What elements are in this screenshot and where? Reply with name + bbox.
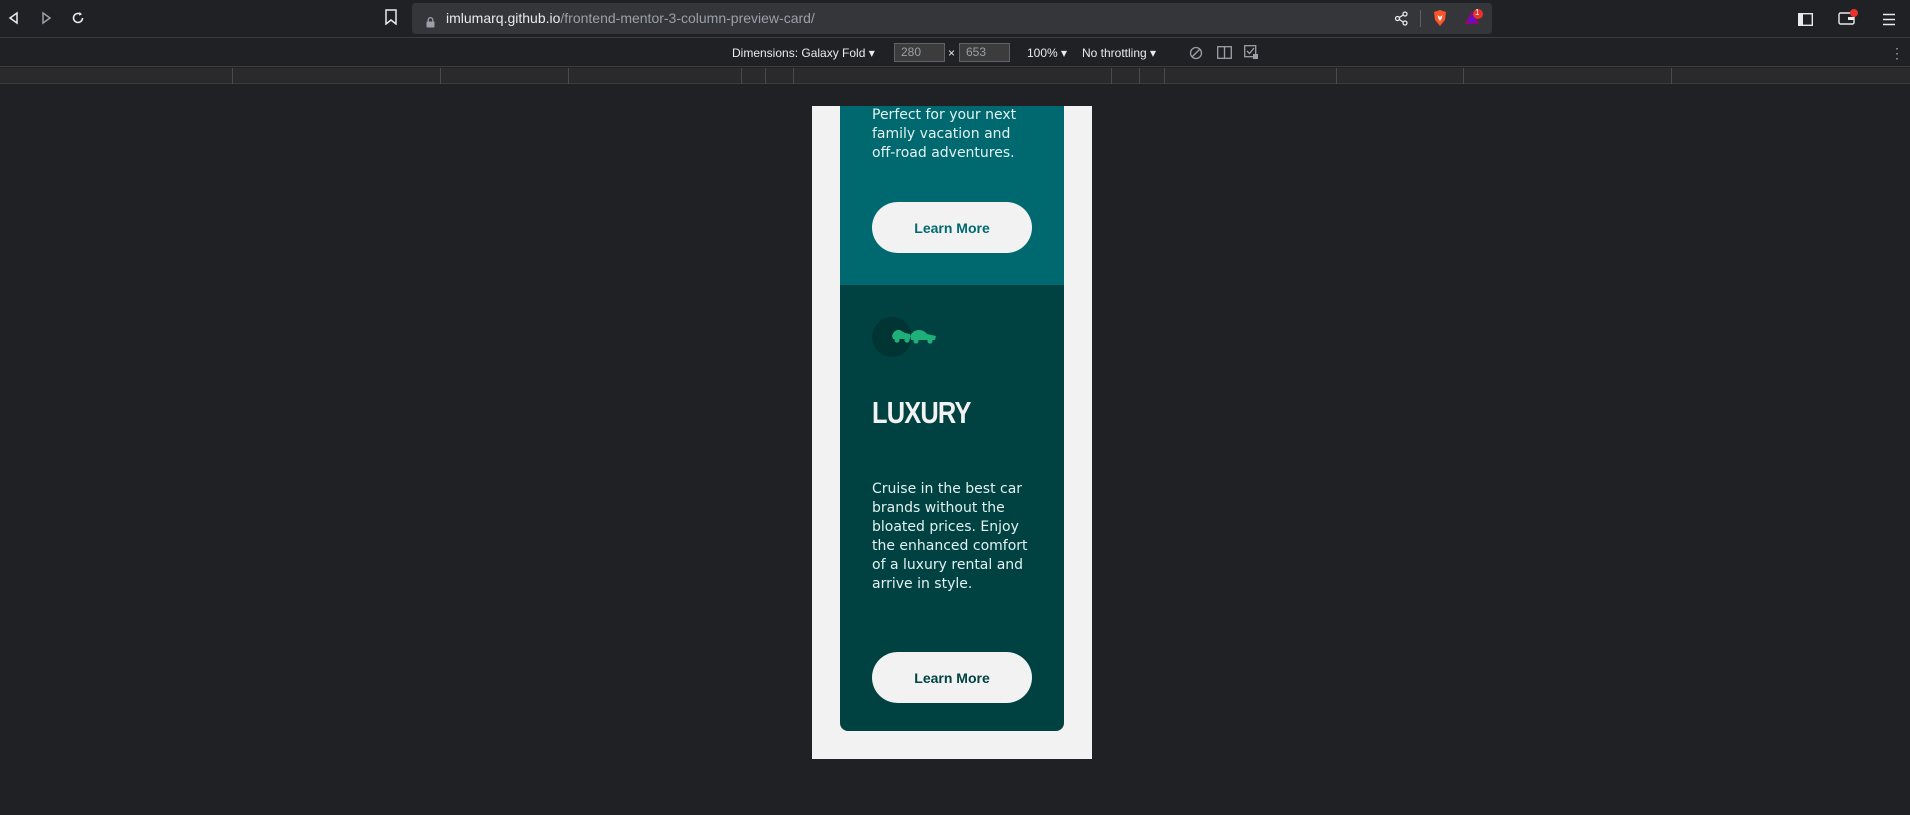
ruler-tick [232,68,233,84]
ruler-tick [1463,68,1464,84]
reload-icon[interactable] [68,8,88,28]
width-input[interactable]: 280 [894,43,945,62]
zoom-label: 100% [1027,46,1058,60]
luxury-card: LUXURY Cruise in the best car brands wit… [840,285,1064,731]
rotate-icon[interactable] [1189,46,1203,63]
chevron-down-icon: ▾ [868,46,875,60]
url-text: imlumarq.github.io/frontend-mentor-3-col… [446,10,815,26]
ruler-tick [741,68,742,84]
height-input[interactable]: 653 [959,43,1010,62]
device-toolbar: Dimensions: Galaxy Fold ▾ 280 × 653 100%… [0,37,1910,67]
address-bar[interactable]: imlumarq.github.io/frontend-mentor-3-col… [412,3,1492,34]
sidebar-icon[interactable] [1797,11,1814,30]
ruler-tick [1139,68,1140,84]
zoom-dropdown[interactable]: 100% ▾ [1027,46,1067,60]
ruler-tick [1336,68,1337,84]
throttling-dropdown[interactable]: No throttling ▾ [1082,46,1156,60]
dual-screen-icon[interactable] [1217,46,1232,62]
luxury-car-icon [872,317,936,361]
brave-rewards-icon[interactable]: 1 [1464,8,1484,31]
suv-card: Perfect for your next family vacation an… [840,106,1064,285]
chevron-down-icon: ▾ [1061,46,1068,60]
media-query-ruler [0,68,1910,84]
forward-icon[interactable] [36,8,56,28]
bookmark-icon[interactable] [384,9,398,26]
ruler-tick [1164,68,1165,84]
luxury-learn-more-button[interactable]: Learn More [872,652,1032,703]
url-host: imlumarq.github.io [446,10,561,26]
capture-screenshot-icon[interactable] [1244,45,1259,63]
ruler-tick [1111,68,1112,84]
dimensions-dropdown[interactable]: Dimensions: Galaxy Fold ▾ [732,46,875,60]
throttling-label: No throttling [1082,46,1147,60]
chevron-down-icon: ▾ [1150,46,1157,60]
ruler-tick [568,68,569,84]
menu-icon[interactable] [1883,11,1895,30]
luxury-title: LUXURY [872,395,971,430]
wallet-icon[interactable] [1838,9,1858,30]
ruler-tick [765,68,766,84]
device-viewport[interactable]: Perfect for your next family vacation an… [812,106,1092,759]
ruler-tick [1671,68,1672,84]
ruler-tick [793,68,794,84]
back-icon[interactable] [4,8,24,28]
url-path: /frontend-mentor-3-column-preview-card/ [560,10,815,26]
luxury-description: Cruise in the best car brands without th… [872,481,1028,592]
dimension-separator: × [948,46,956,60]
dimensions-label: Dimensions: Galaxy Fold [732,46,866,60]
browser-toolbar: imlumarq.github.io/frontend-mentor-3-col… [0,0,1910,37]
ruler-tick [440,68,441,84]
lock-icon [426,13,435,28]
share-icon[interactable] [1394,11,1409,30]
more-options-icon[interactable]: ⋮ [1890,45,1904,62]
url-divider [1420,10,1421,27]
suv-learn-more-button[interactable]: Learn More [872,202,1032,253]
suv-description: Perfect for your next family vacation an… [872,107,1017,161]
rewards-badge-count: 1 [1475,8,1480,17]
brave-shield-icon[interactable] [1432,9,1448,31]
